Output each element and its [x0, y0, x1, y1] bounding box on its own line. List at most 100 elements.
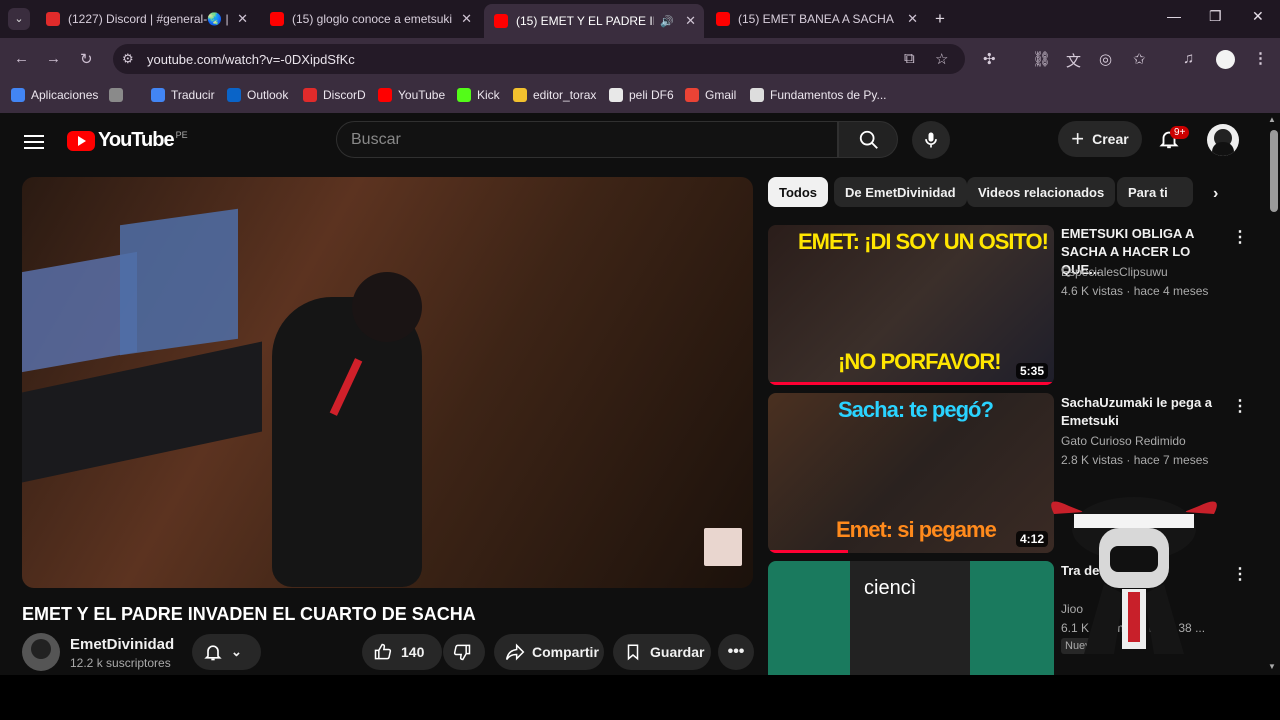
close-icon[interactable]: ✕: [907, 11, 918, 27]
favorites-icon[interactable]: ✩: [1133, 50, 1146, 68]
close-icon[interactable]: ✕: [237, 11, 248, 27]
chevron-right-icon[interactable]: ›: [1213, 185, 1218, 203]
thumb-caption: ciencì: [864, 577, 917, 599]
bookmark-icon: [627, 644, 639, 661]
grid-icon: [109, 88, 123, 102]
rec-title[interactable]: SachaUzumaki le pega a Emetsuki: [1061, 394, 1231, 430]
youtube-icon: [270, 12, 284, 26]
close-icon[interactable]: ✕: [685, 13, 696, 29]
close-window-icon[interactable]: ✕: [1252, 8, 1264, 25]
tab-search-button[interactable]: ⌄: [8, 8, 30, 30]
voice-search-button[interactable]: [912, 121, 950, 159]
chip-para-ti[interactable]: Para ti: [1117, 177, 1193, 207]
rec-thumbnail[interactable]: Sacha: te pegó? Emet: si pegame 4:12: [768, 393, 1054, 553]
outlook-icon: [227, 88, 241, 102]
media-icon[interactable]: ♫: [1183, 50, 1194, 67]
kick-icon: [457, 88, 471, 102]
tab-discord[interactable]: (1227) Discord | #general-🌏 | ✕: [36, 5, 256, 33]
youtube-play-icon: [67, 130, 95, 151]
minimize-icon[interactable]: —: [1167, 8, 1181, 24]
new-tab-button[interactable]: +: [935, 9, 945, 29]
more-vert-icon[interactable]: ⋮: [1232, 396, 1248, 416]
rec-meta: 2.8 K vistas · hace 7 meses: [1061, 453, 1209, 467]
account-avatar[interactable]: [1207, 124, 1239, 156]
menu-icon[interactable]: [24, 131, 44, 153]
scroll-down-icon[interactable]: ▼: [1268, 662, 1276, 671]
bell-icon: [204, 645, 222, 661]
bottom-bar: [0, 675, 1280, 720]
thumb-caption: EMET: ¡DI SOY UN OSITO!: [798, 229, 1049, 254]
lens-icon[interactable]: ◎: [1099, 50, 1112, 68]
film-icon: [609, 88, 623, 102]
youtube-icon: [494, 14, 508, 28]
tab-youtube-1[interactable]: (15) gloglo conoce a emetsuki ✕: [260, 5, 480, 33]
profile-avatar[interactable]: [1216, 50, 1235, 69]
rec-thumbnail[interactable]: EMET: ¡DI SOY UN OSITO! ¡NO PORFAVOR! 5:…: [768, 225, 1054, 385]
install-app-icon[interactable]: ⧉: [904, 50, 915, 67]
share-icon: [505, 643, 525, 661]
bookmark-kick[interactable]: Kick: [457, 86, 500, 104]
discord-icon: [46, 12, 60, 26]
bookmark-gmail[interactable]: Gmail: [685, 86, 736, 104]
apps-grid-icon: [11, 88, 25, 102]
forward-icon[interactable]: →: [46, 50, 61, 67]
channel-name[interactable]: EmetDivinidad: [70, 636, 174, 653]
bookmark-discord[interactable]: DiscorD: [303, 86, 366, 104]
subscribe-bell-button[interactable]: ⌄: [192, 634, 261, 670]
more-actions-button[interactable]: •••: [718, 634, 754, 670]
speaker-icon[interactable]: 🔊: [660, 15, 674, 28]
chip-related[interactable]: Videos relacionados: [967, 177, 1116, 207]
scrollbar-thumb[interactable]: [1270, 130, 1278, 212]
more-horiz-icon: •••: [727, 643, 745, 660]
back-icon[interactable]: ←: [14, 50, 29, 67]
bookmark-fundamentos[interactable]: Fundamentos de Py...: [750, 86, 887, 104]
bookmark-traducir[interactable]: Traducir: [151, 86, 215, 104]
dislike-button[interactable]: [443, 634, 485, 670]
rec-channel[interactable]: EspecialesClipsuwu: [1061, 265, 1168, 279]
close-icon[interactable]: ✕: [461, 11, 472, 27]
tab-youtube-3[interactable]: (15) EMET BANEA A SACHA PE ✕: [706, 5, 926, 33]
share-button[interactable]: Compartir: [494, 634, 604, 670]
menu-dots-icon[interactable]: ⋮: [1253, 49, 1268, 67]
person-figure: [272, 297, 422, 587]
monitor-screen: [120, 208, 238, 356]
bookmark-grid[interactable]: [109, 86, 129, 104]
folder-icon: [513, 88, 527, 102]
maximize-icon[interactable]: ❐: [1209, 8, 1222, 25]
like-button[interactable]: 140: [362, 634, 442, 670]
search-button[interactable]: [838, 121, 898, 158]
extensions-icon[interactable]: ✣: [983, 50, 996, 68]
gmail-icon: [685, 88, 699, 102]
bookmark-peli[interactable]: peli DF6: [609, 86, 674, 104]
youtube-logo[interactable]: YouTube PE: [67, 129, 188, 152]
create-button[interactable]: + Crear: [1058, 121, 1142, 157]
youtube-icon: [716, 12, 730, 26]
tab-youtube-active[interactable]: (15) EMET Y EL PADRE INVA 🔊 ✕: [484, 4, 704, 38]
translate-icon[interactable]: 文: [1066, 50, 1081, 71]
more-vert-icon[interactable]: ⋮: [1232, 564, 1248, 584]
search-icon: [859, 130, 878, 149]
link-icon[interactable]: ⛓: [1032, 50, 1051, 68]
person-head: [352, 272, 422, 342]
chip-channel[interactable]: De EmetDivinidad: [834, 177, 967, 207]
bookmark-star-icon[interactable]: ☆: [935, 50, 948, 68]
search-input[interactable]: Buscar: [336, 121, 838, 158]
more-vert-icon[interactable]: ⋮: [1232, 227, 1248, 247]
channel-avatar[interactable]: [22, 633, 60, 671]
save-button[interactable]: Guardar: [613, 634, 711, 670]
reload-icon[interactable]: ↻: [80, 50, 93, 68]
channel-watermark[interactable]: [704, 528, 742, 566]
bookmark-outlook[interactable]: Outlook: [227, 86, 288, 104]
plus-icon: +: [1071, 126, 1085, 151]
rec-channel[interactable]: Gato Curioso Redimido: [1061, 434, 1186, 448]
chip-todos[interactable]: Todos: [768, 177, 829, 207]
rec-thumbnail[interactable]: ciencì: [768, 561, 1054, 675]
bookmark-editor[interactable]: editor_torax: [513, 86, 596, 104]
video-player[interactable]: [22, 177, 753, 588]
bookmark-apps[interactable]: Aplicaciones: [11, 86, 98, 104]
scroll-up-icon[interactable]: ▲: [1268, 115, 1276, 124]
site-info-icon[interactable]: ⚙: [122, 51, 134, 67]
like-count: 140: [401, 644, 425, 660]
youtube-icon: [378, 88, 392, 102]
bookmark-youtube[interactable]: YouTube: [378, 86, 445, 104]
